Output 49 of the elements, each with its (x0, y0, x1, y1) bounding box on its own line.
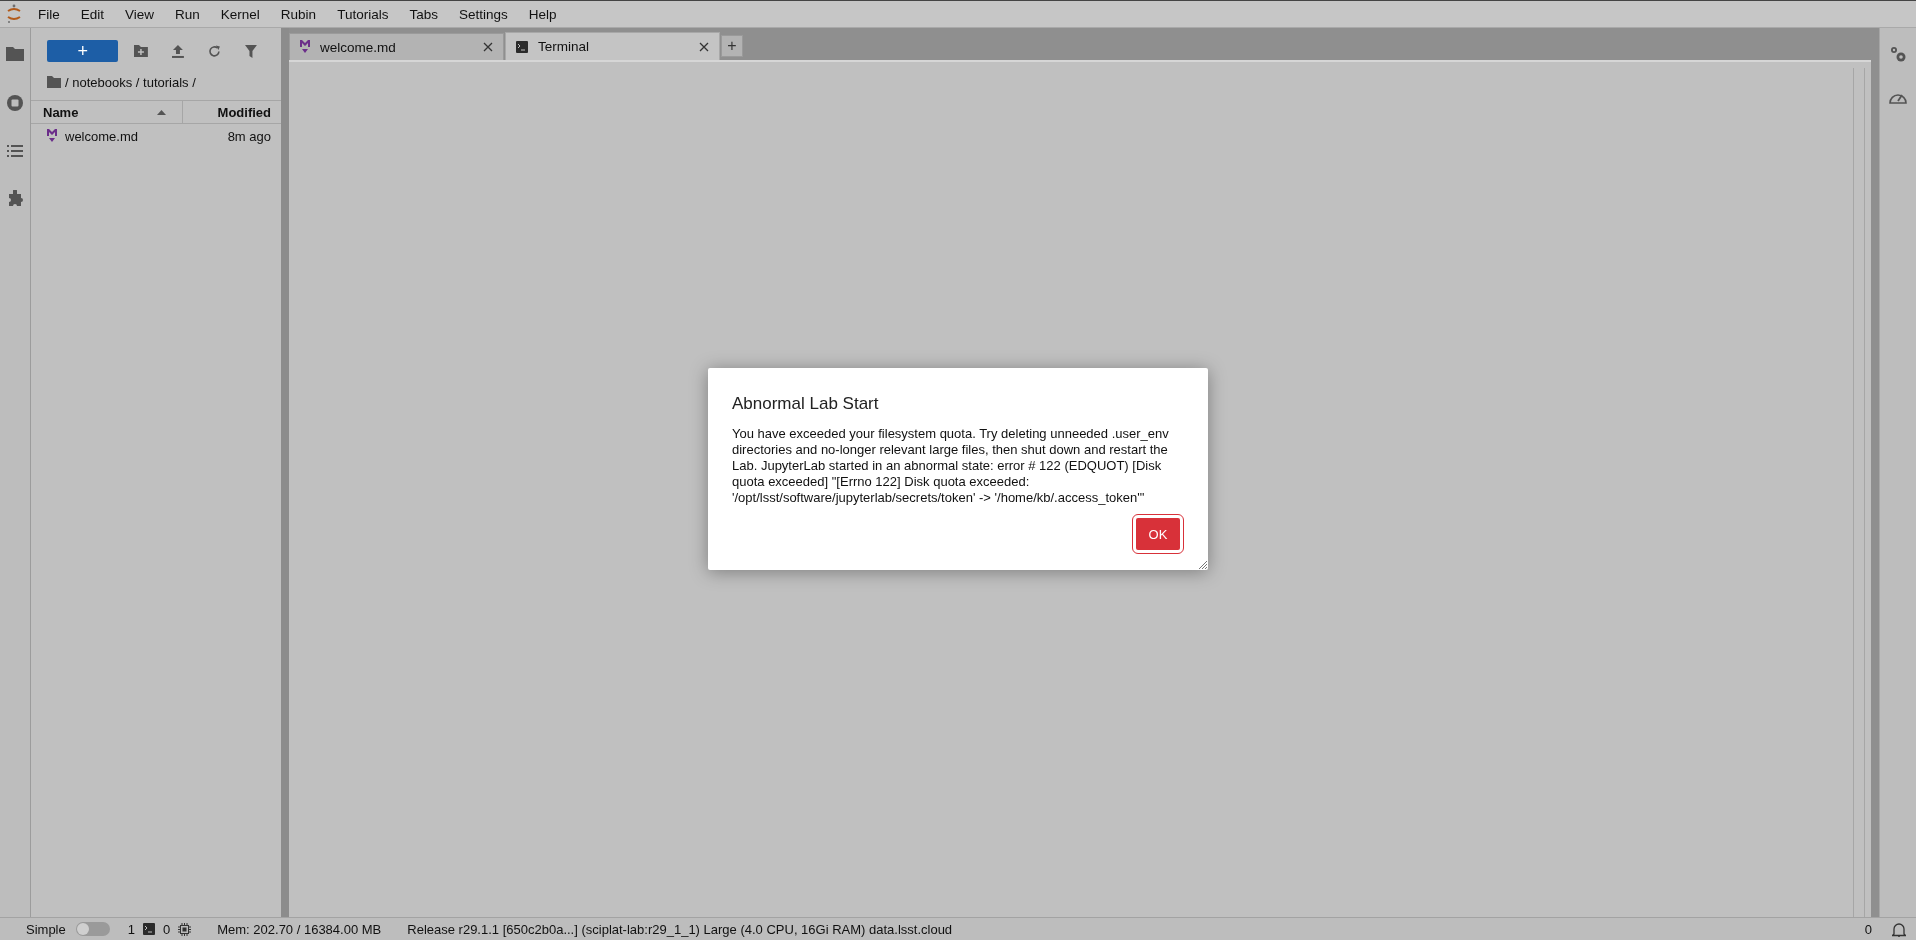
refresh-icon[interactable] (208, 44, 222, 58)
simple-mode-toggle[interactable] (75, 922, 110, 936)
file-row[interactable]: welcome.md 8m ago (31, 124, 281, 148)
menu-item[interactable]: Edit (80, 6, 105, 22)
menu-item[interactable]: Tutorials (337, 6, 389, 22)
close-icon[interactable] (483, 42, 493, 52)
menu-item[interactable]: View (125, 6, 155, 22)
chip-icon (178, 922, 192, 936)
file-name: welcome.md (65, 128, 139, 144)
tab[interactable]: Terminal (505, 32, 720, 60)
folder-icon[interactable] (6, 46, 24, 61)
column-header[interactable]: Name (31, 101, 183, 123)
puzzle-piece-icon[interactable] (6, 190, 24, 208)
app-logo-icon[interactable] (6, 4, 22, 24)
release-info: Release r29.1.1 [650c2b0a...] (sciplat-lab:r29_1_1) Large (4.0 CPU, 16Gi RAM) data.lsst.cloud (407, 921, 953, 937)
stop-circle-icon[interactable] (6, 94, 24, 112)
filter-icon[interactable] (245, 44, 257, 58)
terminal-icon (516, 40, 528, 53)
new-launcher-button[interactable]: + (47, 40, 119, 62)
kernel-count[interactable]: 0 (163, 921, 171, 937)
resize-grip-icon[interactable] (1198, 560, 1207, 569)
menu-item[interactable]: Settings (458, 6, 508, 22)
notification-count[interactable]: 0 (1864, 921, 1872, 937)
bell-icon[interactable] (1892, 921, 1906, 937)
menu-item[interactable]: Run (175, 6, 200, 22)
tab[interactable]: welcome.md (289, 33, 504, 60)
terminal-icon (143, 923, 155, 935)
menu-item[interactable]: Rubin (280, 6, 317, 22)
list-icon[interactable] (7, 145, 23, 157)
close-icon[interactable] (699, 41, 709, 52)
dialog-title: Abnormal Lab Start (732, 394, 880, 414)
dialog-message: You have exceeded your filesystem quota. Try deleting unneeded .user_env directories and no-longer relevant large files, then shut down and restart the Lab. JupyterLab started in an abnormal state: error # 122 (EDQUOT) [Disk quota exceeded] "[Errno 122] Disk quota exceeded: '/opt/lsst/software/jupyterlab/secrets/token' -> '/home/kb/.access_token'" (732, 426, 1170, 506)
folder-icon[interactable] (47, 76, 61, 88)
memory-usage: Mem: 202.70 / 16384.00 MB (217, 921, 382, 937)
menu-item[interactable]: File (38, 6, 60, 22)
menu-item[interactable]: Help (528, 6, 557, 22)
markdown-file-icon (47, 129, 57, 143)
breadcrumb-path[interactable]: / notebooks / tutorials / (65, 74, 196, 90)
file-modified: 8m ago (227, 128, 271, 144)
add-tab-button[interactable]: + (721, 35, 743, 57)
new-folder-icon[interactable] (134, 45, 149, 57)
gears-icon[interactable] (1889, 45, 1907, 63)
menu-item[interactable]: Kernel (220, 6, 260, 22)
menu-item[interactable]: Tabs (409, 6, 438, 22)
column-header[interactable]: Modified (183, 101, 281, 123)
terminal-count[interactable]: 1 (127, 921, 135, 937)
markdown-file-icon (300, 40, 310, 54)
upload-icon[interactable] (172, 44, 185, 58)
mode-label: Simple (26, 921, 66, 937)
